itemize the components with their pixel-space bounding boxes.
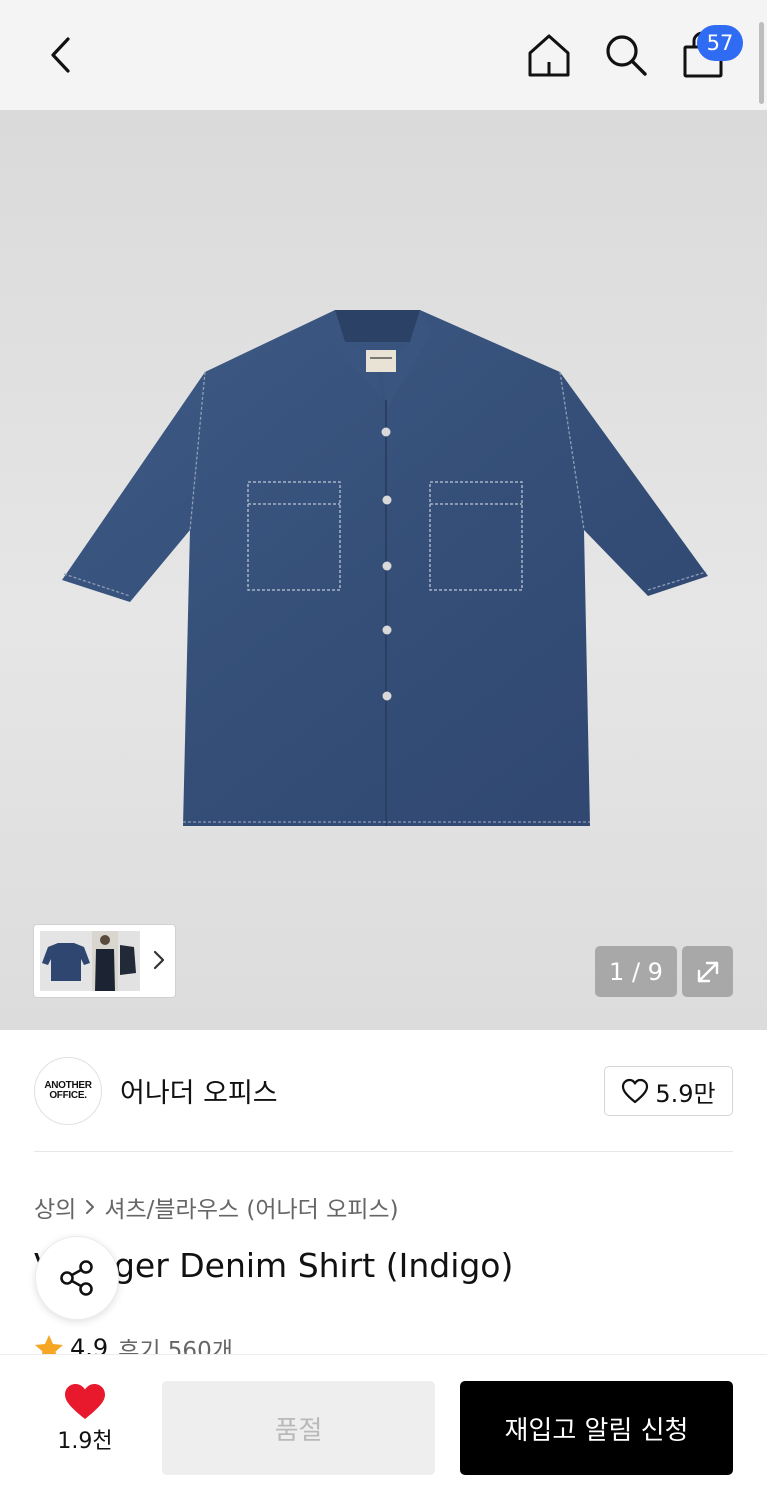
back-button[interactable] [32, 27, 88, 83]
home-icon [528, 34, 570, 77]
home-button[interactable] [521, 27, 577, 83]
share-button[interactable] [35, 1236, 119, 1320]
scrollbar[interactable] [759, 22, 764, 104]
cart-count-badge: 57 [697, 25, 743, 61]
chevron-right-icon[interactable] [153, 949, 165, 971]
chevron-right-icon [86, 1200, 95, 1214]
share-icon [60, 1260, 93, 1296]
image-counter: 1 / 9 [595, 946, 677, 997]
heart-outline-icon [622, 1078, 649, 1104]
thumbnail-back[interactable] [118, 931, 140, 991]
brand-like-button[interactable]: 5.9만 [604, 1066, 733, 1116]
thumbnail-model[interactable] [92, 931, 118, 991]
brand-like-count: 5.9만 [655, 1079, 716, 1108]
breadcrumb: 상의 셔츠/블라우스 (어나더 오피스) [34, 1190, 399, 1224]
expand-button[interactable] [682, 946, 733, 997]
breadcrumb-category[interactable]: 상의 [34, 1190, 76, 1224]
divider [34, 1151, 733, 1152]
expand-icon [697, 961, 718, 982]
brand-logo[interactable]: ANOTHER OFFICE. [34, 1057, 102, 1125]
thumbnail-strip[interactable] [34, 925, 175, 997]
top-app-bar: 57 [0, 0, 767, 110]
soldout-button: 품절 [162, 1381, 435, 1475]
restock-alert-button[interactable]: 재입고 알림 신청 [460, 1381, 733, 1475]
thumbnail-shirt[interactable] [40, 931, 92, 991]
search-button[interactable] [598, 27, 654, 83]
breadcrumb-subcategory[interactable]: 셔츠/블라우스 (어나더 오피스) [104, 1190, 398, 1224]
wish-count: 1.9천 [57, 1429, 113, 1454]
search-icon [606, 35, 647, 76]
product-image [62, 310, 708, 826]
brand-logo-line2: OFFICE. [49, 1090, 87, 1101]
product-image-gallery[interactable]: 1 / 9 [0, 110, 767, 1030]
brand-name[interactable]: 어나더 오피스 [120, 1071, 278, 1110]
heart-filled-icon [65, 1384, 105, 1419]
chevron-left-icon [51, 37, 70, 73]
wishlist-button[interactable]: 1.9천 [40, 1383, 130, 1455]
bottom-action-bar: 1.9천 품절 재입고 알림 신청 [0, 1354, 767, 1500]
